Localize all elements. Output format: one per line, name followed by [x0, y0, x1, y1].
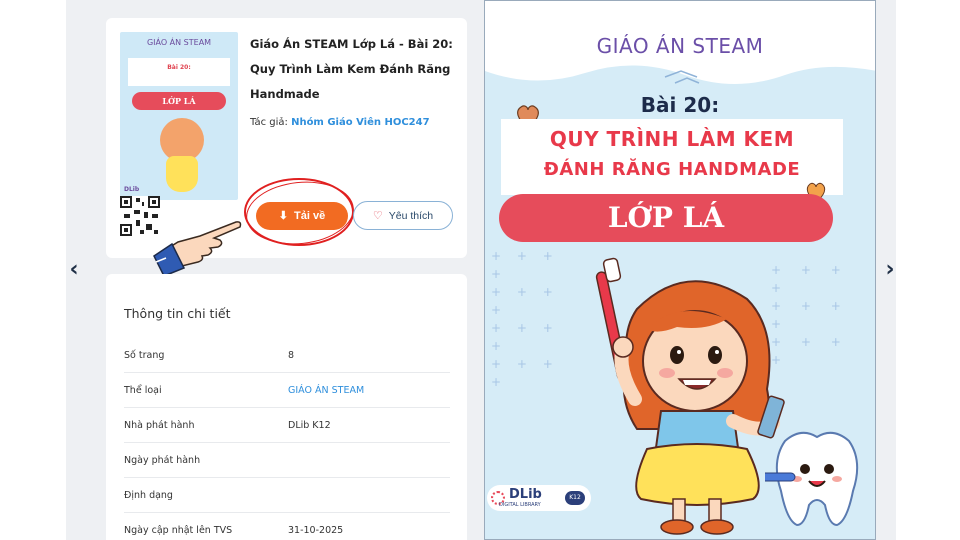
detail-row: Ngày phát hành: [124, 443, 450, 478]
dlib-logo-badge: K12: [565, 491, 585, 505]
thumbnail-grade-pill: LỚP LÁ: [132, 92, 226, 110]
detail-key: Ngày phát hành: [124, 455, 201, 466]
next-arrow-icon[interactable]: ›: [880, 258, 900, 282]
dlib-logo: DLib DIGITAL LIBRARY K12: [487, 485, 591, 511]
cover-lesson: Bài 20:: [640, 93, 720, 117]
detail-value: 31-10-2025: [288, 525, 344, 536]
detail-value: DLib K12: [288, 420, 331, 431]
cover-preview[interactable]: GIÁO ÁN STEAM Bài 20: QUY TRÌNH LÀM KEM …: [484, 0, 876, 540]
author-label: Tác giả:: [250, 117, 288, 128]
detail-key: Thể loại: [124, 385, 162, 396]
plus-pattern: + + + + + + + + + + + + + + + +: [491, 249, 559, 389]
detail-key: Định dạng: [124, 490, 173, 501]
detail-key: Số trang: [124, 350, 165, 361]
category-link[interactable]: GIÁO ÁN STEAM: [288, 385, 364, 396]
detail-row: Định dạng: [124, 478, 450, 513]
cover-title-line1: QUY TRÌNH LÀM KEM: [549, 127, 795, 151]
thumbnail-lesson: Bài 20:: [167, 64, 191, 71]
thumbnail-header: GIÁO ÁN STEAM: [146, 38, 212, 47]
thumbnail-logo: DLib: [124, 186, 140, 193]
detail-value: 8: [288, 350, 295, 361]
left-margin: [0, 0, 66, 540]
thumbnail-dress: [166, 156, 198, 192]
cover-title-banner: QUY TRÌNH LÀM KEM ĐÁNH RĂNG HANDMADE: [501, 119, 843, 195]
document-title: Giáo Án STEAM Lớp Lá - Bài 20: Quy Trình…: [250, 37, 453, 101]
favorite-label: Yêu thích: [388, 209, 434, 222]
cover-header: GIÁO ÁN STEAM: [596, 34, 764, 58]
dlib-logo-text: DLib: [509, 487, 542, 502]
download-icon: ⬇: [278, 210, 289, 222]
download-button[interactable]: ⬇ Tải về: [256, 202, 348, 230]
heart-icon: ♡: [372, 209, 383, 222]
cover-grade-pill: LỚP LÁ: [499, 194, 833, 242]
author-line: Tác giả: Nhóm Giáo Viên HOC247: [250, 117, 430, 128]
detail-row: Ngày cập nhật lên TVS 31-10-2025: [124, 513, 450, 540]
favorite-button[interactable]: ♡ Yêu thích: [353, 201, 453, 230]
details-card: Thông tin chi tiết Số trang 8 Thể loại G…: [106, 274, 467, 540]
tooth-mascot-illustration: [765, 431, 859, 527]
thumbnail-banner: Bài 20:: [128, 58, 230, 86]
dlib-logo-subtext: DIGITAL LIBRARY: [499, 502, 541, 508]
detail-row: Số trang 8: [124, 338, 450, 373]
detail-row: Thể loại GIÁO ÁN STEAM: [124, 373, 450, 408]
detail-key: Ngày cập nhật lên TVS: [124, 525, 233, 536]
pointing-hand-icon: [153, 221, 242, 277]
document-thumbnail[interactable]: GIÁO ÁN STEAM Bài 20: LỚP LÁ DLib: [120, 32, 238, 200]
cover-title-line2: ĐÁNH RĂNG HANDMADE: [543, 159, 801, 180]
details-title: Thông tin chi tiết: [124, 306, 231, 321]
download-label: Tải về: [294, 210, 326, 222]
detail-key: Nhà phát hành: [124, 420, 195, 431]
author-link[interactable]: Nhóm Giáo Viên HOC247: [291, 117, 429, 128]
previous-arrow-icon[interactable]: ‹: [64, 258, 84, 282]
detail-row: Nhà phát hành DLib K12: [124, 408, 450, 443]
